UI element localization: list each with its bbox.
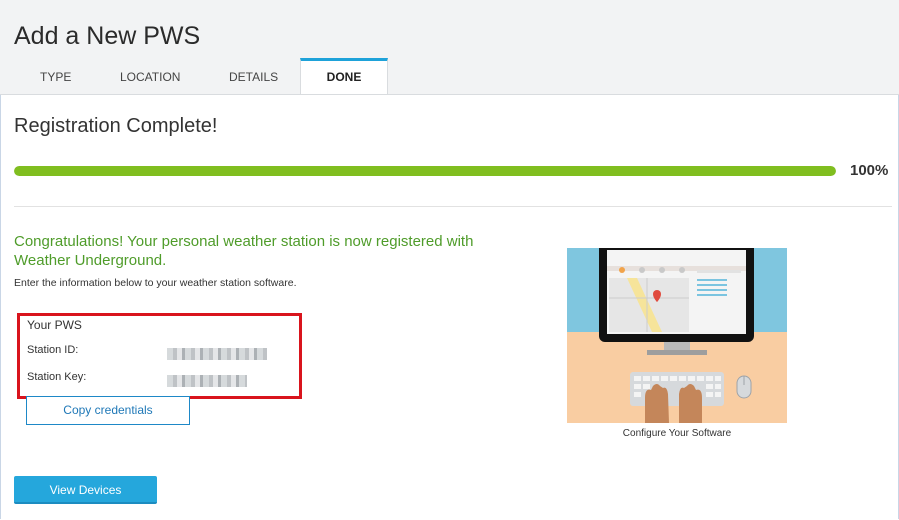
configure-software-illustration [567, 248, 787, 423]
computer-illustration [599, 248, 754, 423]
illustration-caption: Configure Your Software [622, 428, 732, 439]
tab-location[interactable]: LOCATION [120, 70, 180, 84]
pws-title: Your PWS [27, 318, 82, 332]
copy-credentials-button[interactable]: Copy credentials [26, 396, 190, 425]
station-id-label: Station ID: [27, 344, 79, 356]
tab-details[interactable]: DETAILS [229, 70, 278, 84]
progress-percentage: 100% [850, 162, 889, 179]
registration-title: Registration Complete! [14, 115, 218, 137]
progress-bar [14, 166, 836, 176]
page-title: Add a New PWS [14, 22, 201, 50]
station-id-value-redacted [167, 348, 267, 360]
tab-type[interactable]: TYPE [40, 70, 71, 84]
success-message: Congratulations! Your personal weather s… [14, 233, 474, 269]
tab-done[interactable]: DONE [300, 58, 388, 94]
instructions-text: Enter the information below to your weat… [14, 277, 297, 289]
tab-done-label: DONE [326, 70, 362, 84]
station-key-value-redacted [167, 375, 247, 387]
view-devices-button[interactable]: View Devices [14, 476, 157, 504]
page-header: Add a New PWS TYPE LOCATION DETAILS DONE [0, 0, 899, 95]
section-divider [14, 206, 892, 207]
station-key-label: Station Key: [27, 371, 87, 383]
progress-bar-fill [14, 166, 836, 176]
